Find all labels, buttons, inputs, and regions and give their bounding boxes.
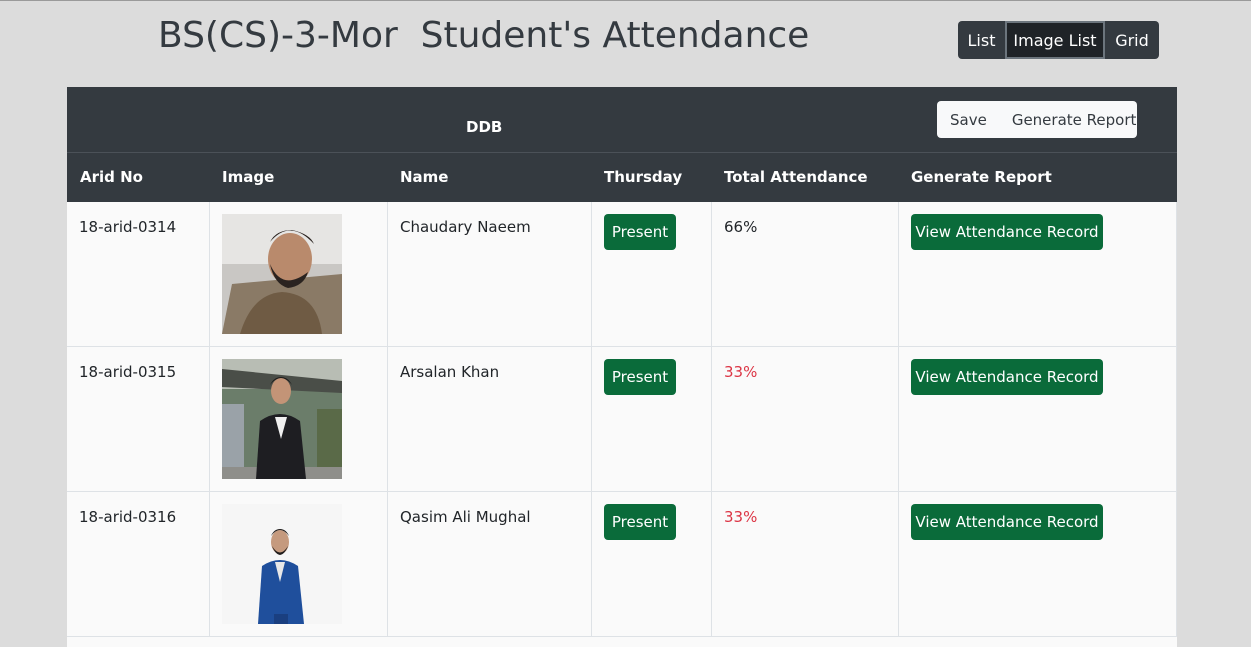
table-header: Arid No Image Name Thursday Total Attend… bbox=[67, 152, 1177, 202]
student-photo bbox=[222, 359, 342, 479]
arid-no: 18-arid-0316 bbox=[79, 508, 177, 526]
card-header: DDB Save Generate Report bbox=[67, 87, 1177, 152]
student-name: Qasim Ali Mughal bbox=[400, 508, 531, 526]
report-cell: View Attendance Record bbox=[899, 492, 1177, 637]
column-header-thursday: Thursday bbox=[604, 168, 683, 186]
student-photo bbox=[222, 214, 342, 334]
total-attendance-cell: 33% bbox=[712, 347, 899, 492]
image-cell bbox=[210, 347, 388, 492]
attendance-percentage: 66% bbox=[724, 218, 758, 236]
table-row: 18-arid-0316 Qasim Ali Mughal Present 33… bbox=[67, 492, 1177, 637]
column-header-total-attendance: Total Attendance bbox=[724, 168, 868, 186]
arid-no-cell: 18-arid-0315 bbox=[67, 347, 210, 492]
image-list-view-button[interactable]: Image List bbox=[1005, 21, 1105, 59]
column-header-generate-report: Generate Report bbox=[911, 168, 1052, 186]
attendance-percentage: 33% bbox=[724, 363, 758, 381]
view-attendance-record-button[interactable]: View Attendance Record bbox=[911, 359, 1103, 395]
list-view-button[interactable]: List bbox=[958, 21, 1005, 59]
arid-no-cell: 18-arid-0314 bbox=[67, 202, 210, 347]
present-button[interactable]: Present bbox=[604, 214, 676, 250]
arid-no-cell: 18-arid-0316 bbox=[67, 492, 210, 637]
status-cell: Present bbox=[592, 347, 712, 492]
student-name: Chaudary Naeem bbox=[400, 218, 531, 236]
class-label: DDB bbox=[466, 118, 503, 136]
attendance-card: DDB Save Generate Report Arid No Image N… bbox=[67, 87, 1177, 647]
report-cell: View Attendance Record bbox=[899, 202, 1177, 347]
column-header-name: Name bbox=[400, 168, 449, 186]
name-cell: Arsalan Khan bbox=[388, 347, 592, 492]
column-header-arid-no: Arid No bbox=[80, 168, 143, 186]
image-cell bbox=[210, 202, 388, 347]
table-row: 18-arid-0315 Arsalan Khan Present 33% Vi… bbox=[67, 347, 1177, 492]
student-photo bbox=[222, 504, 342, 624]
status-cell: Present bbox=[592, 202, 712, 347]
view-toggle-group: List Image List Grid bbox=[958, 21, 1159, 59]
arid-no: 18-arid-0314 bbox=[79, 218, 177, 236]
action-button-group: Save Generate Report bbox=[937, 101, 1137, 138]
student-name: Arsalan Khan bbox=[400, 363, 500, 381]
column-header-image: Image bbox=[222, 168, 275, 186]
generate-report-button[interactable]: Generate Report bbox=[987, 111, 1137, 129]
save-button[interactable]: Save bbox=[937, 111, 987, 129]
grid-view-button[interactable]: Grid bbox=[1105, 21, 1159, 59]
attendance-percentage: 33% bbox=[724, 508, 758, 526]
arid-no: 18-arid-0315 bbox=[79, 363, 177, 381]
report-cell: View Attendance Record bbox=[899, 347, 1177, 492]
status-cell: Present bbox=[592, 492, 712, 637]
total-attendance-cell: 66% bbox=[712, 202, 899, 347]
name-cell: Qasim Ali Mughal bbox=[388, 492, 592, 637]
name-cell: Chaudary Naeem bbox=[388, 202, 592, 347]
present-button[interactable]: Present bbox=[604, 504, 676, 540]
image-cell bbox=[210, 492, 388, 637]
view-attendance-record-button[interactable]: View Attendance Record bbox=[911, 504, 1103, 540]
table-row: 18-arid-0314 Chaudary Naeem Present 66% … bbox=[67, 202, 1177, 347]
total-attendance-cell: 33% bbox=[712, 492, 899, 637]
present-button[interactable]: Present bbox=[604, 359, 676, 395]
page-title: BS(CS)-3-Mor Student's Attendance bbox=[158, 15, 810, 56]
view-attendance-record-button[interactable]: View Attendance Record bbox=[911, 214, 1103, 250]
